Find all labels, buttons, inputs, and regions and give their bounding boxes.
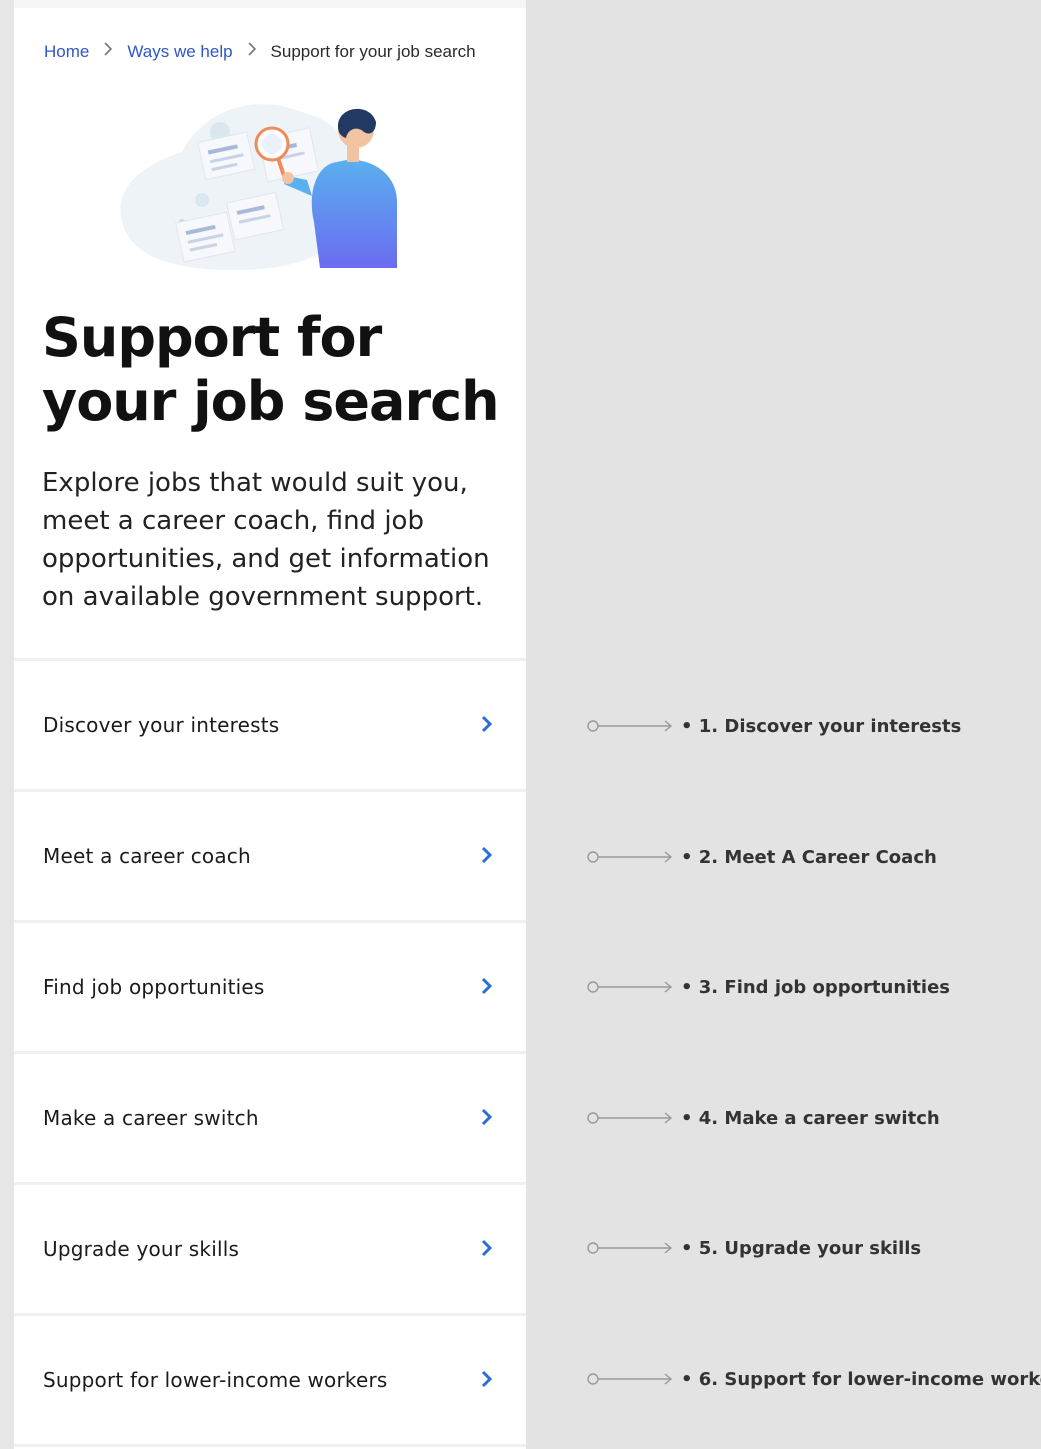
left-edge [0,0,14,1449]
menu-item-upgrade-skills[interactable]: Upgrade your skills [14,1182,526,1313]
menu-item-career-switch[interactable]: Make a career switch [14,1051,526,1182]
annotation-5: • 5. Upgrade your skills [585,1233,921,1263]
breadcrumb-separator-icon [247,41,257,62]
main-panel: Home Ways we help Support for your job s… [14,8,526,1449]
connector-arrow-icon [587,1242,673,1254]
page-title: Support for your job search [42,306,500,433]
breadcrumb: Home Ways we help Support for your job s… [44,41,476,62]
connector-arrow-icon [587,720,673,732]
menu-item-find-job-opportunities[interactable]: Find job opportunities [14,920,526,1051]
menu-item-label: Discover your interests [43,713,280,737]
menu-item-label: Meet a career coach [43,844,251,868]
annotation-label: • 1. Discover your interests [681,715,962,737]
support-menu: Discover your interests Meet a career co… [14,658,526,1447]
annotation-6: • 6. Support for lower-income workers [585,1364,1041,1394]
menu-item-label: Support for lower-income workers [43,1368,388,1392]
breadcrumb-separator-icon [103,41,113,62]
chevron-right-icon [481,977,493,995]
menu-item-meet-career-coach[interactable]: Meet a career coach [14,789,526,920]
breadcrumb-current: Support for your job search [270,41,476,61]
job-search-illustration [102,92,432,278]
annotation-4: • 4. Make a career switch [585,1103,940,1133]
connector-arrow-icon [587,851,673,863]
annotation-label: • 6. Support for lower-income workers [681,1368,1041,1390]
chevron-right-icon [481,1239,493,1257]
annotation-label: • 3. Find job opportunities [681,976,950,998]
page-intro: Explore jobs that would suit you, meet a… [42,468,490,612]
connector-arrow-icon [587,981,673,993]
chevron-right-icon [481,1370,493,1388]
menu-item-discover-interests[interactable]: Discover your interests [14,658,526,789]
annotation-label: • 4. Make a career switch [681,1107,940,1129]
breadcrumb-home-link[interactable]: Home [44,42,89,62]
chevron-right-icon [481,715,493,733]
chevron-right-icon [481,1108,493,1126]
menu-item-label: Make a career switch [43,1106,259,1130]
connector-arrow-icon [587,1373,673,1385]
menu-item-label: Find job opportunities [43,975,265,999]
breadcrumb-ways-link[interactable]: Ways we help [127,42,232,62]
annotation-3: • 3. Find job opportunities [585,972,950,1002]
annotation-1: • 1. Discover your interests [585,711,961,741]
top-strip [14,0,526,8]
annotation-label: • 2. Meet A Career Coach [681,846,937,868]
menu-item-label: Upgrade your skills [43,1237,240,1261]
menu-item-lower-income-support[interactable]: Support for lower-income workers [14,1313,526,1447]
chevron-right-icon [481,846,493,864]
annotation-label: • 5. Upgrade your skills [681,1237,922,1259]
connector-arrow-icon [587,1112,673,1124]
annotation-2: • 2. Meet A Career Coach [585,842,937,872]
